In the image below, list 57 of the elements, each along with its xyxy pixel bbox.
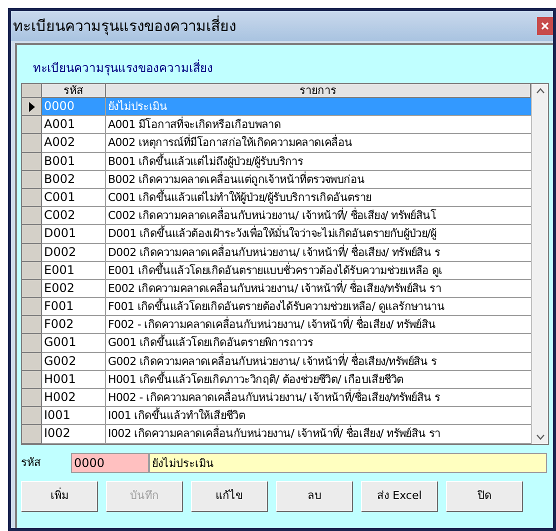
panel-heading: ทะเบียนความรุนแรงของความเสี่ยง [33, 59, 213, 77]
table-cell: A001 [42, 116, 106, 134]
table-cell: B002 [42, 170, 106, 189]
table-cell: H002 - เกิดความคลาดเคลื่อนกับหน่วยงาน/ เจ้าหน้าที่/ชื่อเสียง/ทรัพย์สิน ร [106, 389, 531, 408]
table-cell: C002 เกิดความคลาดเคลื่อนกับหน่วยงาน/ เจ้าหน้าที่/ ชื่อเสียง/ ทรัพย์สินโ [106, 207, 531, 226]
table-cell: I001 [42, 407, 106, 426]
table-cell: B001 เกิดขึ้นแล้วแต่ไม่ถึงผู้ป่วย/ผู้รับบริการ [106, 152, 531, 171]
code-label: รหัส [21, 454, 42, 471]
table-cell: A002 เหตุการณ์ที่มีโอกาสก่อให้เกิดความคลาดเคลื่อน [106, 134, 531, 153]
table-cell: D001 [42, 225, 106, 244]
table-cell: A002 [42, 134, 106, 153]
window-title: ทะเบียนความรุนแรงของความเสี่ยง [13, 14, 236, 38]
table-cell: C002 [42, 207, 106, 226]
table-cell: B002 เกิดความคลาดเคลื่อนแต่ถูกเจ้าหน้าที่ตรวจพบก่อน [106, 170, 531, 189]
table-cell: G002 [42, 352, 106, 371]
code-field[interactable]: 0000 [71, 453, 149, 473]
table-cell: E002 เกิดความคลาดเคลื่อนกับหน่วยงาน/ เจ้าหน้าที่/ ชื่อเสียง/ทรัพย์สิน รา [106, 280, 531, 298]
table-cell: G002 เกิดความคลาดเคลื่อนกับหน่วยงาน/ เจ้าหน้าที่/ ชื่อเสียง/ทรัพย์สิน ร [106, 352, 531, 371]
row-selector[interactable] [22, 98, 42, 116]
action-button[interactable]: ปิด [446, 481, 523, 512]
table-cell: H001 เกิดขึ้นแล้วโดยเกิดภาวะวิกฤติ/ ต้องช่วยชีวิต/ เกือบเสียชีวิต [106, 370, 531, 389]
close-icon [541, 22, 549, 30]
table-cell: I001 เกิดขึ้นแล้วทำให้เสียชีวิต [106, 407, 531, 426]
table-cell: I002 เกิดความคลาดเคลื่อนกับหน่วยงาน/ เจ้าหน้าที่/ ชื่อเสียง/ ทรัพย์สิน รา [106, 425, 531, 444]
table-cell: D001 เกิดขึ้นแล้วต้องเฝ้าระวังเพื่อให้มั่นใจว่าจะไม่เกิดอันตรายกับผู้ป่วย/ผู้ [106, 225, 531, 244]
table-cell: B001 [42, 152, 106, 171]
table-cell: E002 [42, 280, 106, 298]
table-cell: F001 เกิดขึ้นแล้วโดยเกิดอันตรายต้องได้รับความช่วยเหลือ/ ดูแลรักษานาน [106, 298, 531, 316]
table-cell: 0000 [42, 98, 106, 116]
close-button[interactable] [537, 17, 553, 35]
action-button[interactable]: ส่ง Excel [361, 481, 438, 512]
table-cell: C001 [42, 188, 106, 208]
scroll-down-icon[interactable] [536, 434, 544, 440]
table-cell: H002 [42, 389, 106, 408]
table-cell: D002 เกิดความคลาดเคลื่อนกับหน่วยงาน/ เจ้าหน้าที่/ ชื่อเสียง/ ทรัพย์สิน ร [106, 244, 531, 262]
action-button[interactable]: ลบ [276, 481, 353, 512]
action-button[interactable]: เพิ่ม [21, 481, 98, 512]
table-cell: A001 มีโอกาสที่จะเกิดหรือเกือบพลาด [106, 116, 531, 134]
table-cell: I002 [42, 425, 106, 444]
table-cell: E001 เกิดขึ้นแล้วโดยเกิดอันตรายแบบชั่วคราวต้องได้รับความช่วยเหลือ ดูเ [106, 262, 531, 280]
table-cell: F001 [42, 298, 106, 316]
column-header[interactable]: รหัส [42, 84, 106, 98]
table-cell: D002 [42, 244, 106, 262]
table-cell: H001 [42, 370, 106, 389]
current-row-icon [28, 102, 34, 112]
table-cell: F002 [42, 316, 106, 334]
action-button[interactable]: แก้ไข [191, 481, 268, 512]
table-cell: G001 เกิดขึ้นแล้วโดยเกิดอันตรายพิการถาวร [106, 334, 531, 353]
table-cell: G001 [42, 334, 106, 353]
column-header[interactable]: รายการ [106, 84, 531, 98]
table-cell: C001 เกิดขึ้นแล้วแต่ไม่ทำให้ผู้ป่วย/ผู้รับบริการเกิดอันตราย [106, 188, 531, 208]
table-cell: F002 - เกิดความคลาดเคลื่อนกับหน่วยงาน/ เจ้าหน้าที่/ ชื่อเสียง/ ทรัพย์สิน [106, 316, 531, 334]
vertical-scrollbar[interactable] [531, 84, 548, 444]
scroll-up-icon[interactable] [536, 88, 544, 94]
table-cell: ยังไม่ประเมิน [106, 98, 531, 116]
table-cell: E001 [42, 262, 106, 280]
description-field[interactable]: ยังไม่ประเมิน [149, 453, 547, 473]
